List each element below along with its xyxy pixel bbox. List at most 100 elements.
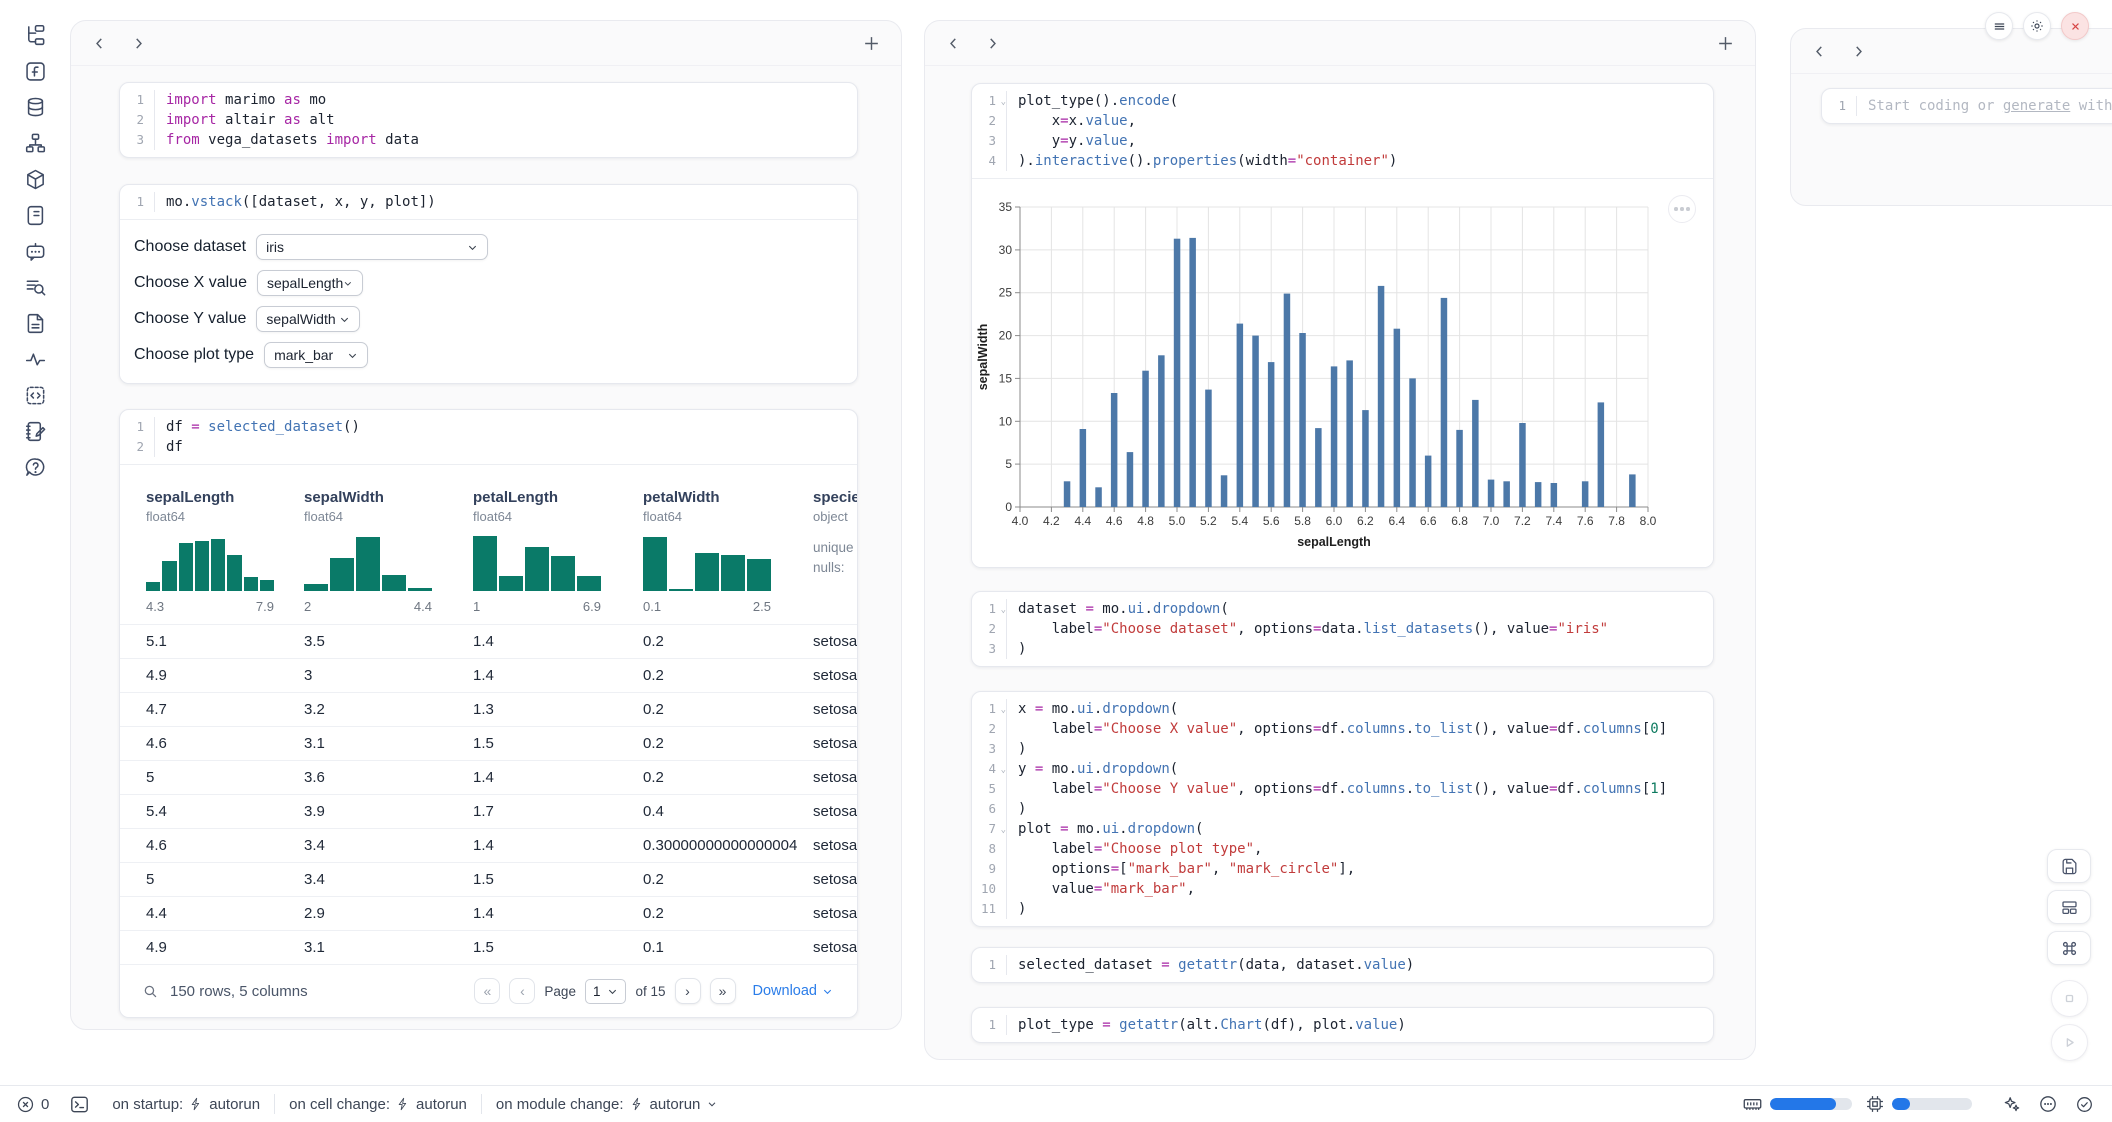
table-row[interactable]: 53.41.50.2setosa: [120, 862, 857, 896]
next-page-icon[interactable]: ›: [675, 978, 701, 1004]
keyboard-shortcuts-icon[interactable]: [2047, 931, 2091, 965]
code-editor[interactable]: 1⌄dataset = mo.ui.dropdown(2 label="Choo…: [972, 592, 1713, 666]
chart-actions-icon[interactable]: [1668, 195, 1696, 223]
menu-icon[interactable]: [1985, 12, 2013, 40]
code-line[interactable]: 6): [972, 799, 1713, 819]
table-row[interactable]: 5.13.51.40.2setosa: [120, 624, 857, 658]
add-cell-icon[interactable]: [860, 32, 883, 55]
code-line[interactable]: 8 label="Choose plot type",: [972, 839, 1713, 859]
table-row[interactable]: 4.63.11.50.2setosa: [120, 726, 857, 760]
variables-icon[interactable]: [23, 59, 47, 83]
table-row[interactable]: 4.42.91.40.2setosa: [120, 896, 857, 930]
close-icon[interactable]: [2061, 12, 2089, 40]
code-editor[interactable]: 1import marimo as mo2import altair as al…: [120, 83, 857, 157]
terminal-icon[interactable]: [67, 1092, 92, 1117]
autorun-on-cell-change-toggle[interactable]: on cell change: autorun: [289, 1096, 467, 1113]
table-row[interactable]: 4.73.21.30.2setosa: [120, 692, 857, 726]
first-page-icon[interactable]: «: [474, 978, 500, 1004]
chevron-left-icon[interactable]: [1809, 41, 1830, 62]
scratchpad-icon[interactable]: [23, 419, 47, 443]
ram-meter[interactable]: [1742, 1094, 1852, 1115]
outline-icon[interactable]: [23, 275, 47, 299]
snippets-icon[interactable]: [23, 383, 47, 407]
last-page-icon[interactable]: »: [710, 978, 736, 1004]
code-line[interactable]: 2 label="Choose X value", options=df.col…: [972, 719, 1713, 739]
cpu-meter[interactable]: [1865, 1094, 1972, 1114]
logs-icon[interactable]: [23, 203, 47, 227]
code-line[interactable]: 2import altair as alt: [120, 110, 857, 130]
documentation-icon[interactable]: [23, 311, 47, 335]
table-row[interactable]: 4.931.40.2setosa: [120, 658, 857, 692]
connection-status-icon[interactable]: [2073, 1093, 2096, 1116]
add-cell-icon[interactable]: [1714, 32, 1737, 55]
table-row[interactable]: 5.43.91.70.4setosa: [120, 794, 857, 828]
code-editor[interactable]: 1⌄plot_type().encode(2 x=x.value,3 y=y.v…: [972, 84, 1713, 178]
code-line[interactable]: 1Start coding or generate with: [1822, 96, 2112, 116]
code-line[interactable]: 2 label="Choose dataset", options=data.l…: [972, 619, 1713, 639]
empty-code-editor[interactable]: 1Start coding or generate with: [1822, 89, 2112, 123]
packages-icon[interactable]: [23, 167, 47, 191]
code-line[interactable]: 5 label="Choose Y value", options=df.col…: [972, 779, 1713, 799]
page-select[interactable]: 1: [585, 979, 627, 1004]
code-line[interactable]: 3): [972, 639, 1713, 659]
fold-caret-icon[interactable]: ⌄: [1001, 820, 1006, 840]
fold-caret-icon[interactable]: ⌄: [1001, 700, 1006, 720]
plot-type-select[interactable]: mark_bar: [264, 342, 368, 368]
code-line[interactable]: 11): [972, 899, 1713, 919]
code-line[interactable]: 7⌄plot = mo.ui.dropdown(: [972, 819, 1713, 839]
dependencies-icon[interactable]: [23, 131, 47, 155]
code-line[interactable]: 9 options=["mark_bar", "mark_circle"],: [972, 859, 1713, 879]
layout-icon[interactable]: [2047, 890, 2091, 924]
code-line[interactable]: 2df: [120, 437, 857, 457]
code-line[interactable]: 3from vega_datasets import data: [120, 130, 857, 150]
bar-chart[interactable]: 4.04.24.44.64.85.05.25.45.65.86.06.26.46…: [972, 179, 1713, 568]
code-line[interactable]: 4⌄y = mo.ui.dropdown(: [972, 759, 1713, 779]
chevron-right-icon[interactable]: [128, 33, 149, 54]
settings-icon[interactable]: [2023, 12, 2051, 40]
autorun-on-startup-toggle[interactable]: on startup: autorun: [112, 1096, 260, 1113]
chevron-left-icon[interactable]: [89, 33, 110, 54]
code-line[interactable]: 10 value="mark_bar",: [972, 879, 1713, 899]
run-icon[interactable]: [2051, 1024, 2088, 1061]
save-icon[interactable]: [2047, 849, 2091, 883]
code-editor[interactable]: 1df = selected_dataset()2df: [120, 410, 857, 464]
fold-caret-icon[interactable]: ⌄: [1001, 760, 1006, 780]
table-row[interactable]: 53.61.40.2setosa: [120, 760, 857, 794]
code-line[interactable]: 1⌄x = mo.ui.dropdown(: [972, 699, 1713, 719]
code-editor[interactable]: 1selected_dataset = getattr(data, datase…: [972, 948, 1713, 982]
code-line[interactable]: 4).interactive().properties(width="conta…: [972, 151, 1713, 171]
table-row[interactable]: 4.93.11.50.1setosa: [120, 930, 857, 964]
copilot-icon[interactable]: [2036, 1092, 2060, 1116]
chevron-right-icon[interactable]: [982, 33, 1003, 54]
code-line[interactable]: 2 x=x.value,: [972, 111, 1713, 131]
search-icon[interactable]: [142, 983, 159, 1000]
stop-icon[interactable]: [2051, 980, 2088, 1017]
code-line[interactable]: 1mo.vstack([dataset, x, y, plot]): [120, 192, 857, 212]
code-editor[interactable]: 1mo.vstack([dataset, x, y, plot]): [120, 185, 857, 219]
fold-caret-icon[interactable]: ⌄: [1001, 92, 1006, 112]
chevron-left-icon[interactable]: [943, 33, 964, 54]
autorun-on-module-change-toggle[interactable]: on module change: autorun: [496, 1096, 718, 1113]
prev-page-icon[interactable]: ‹: [509, 978, 535, 1004]
code-line[interactable]: 1⌄dataset = mo.ui.dropdown(: [972, 599, 1713, 619]
sparkles-icon[interactable]: [1999, 1092, 2023, 1116]
help-icon[interactable]: [23, 455, 47, 479]
datasources-icon[interactable]: [23, 95, 47, 119]
file-tree-icon[interactable]: [23, 23, 47, 47]
tracing-icon[interactable]: [23, 347, 47, 371]
x-value-select[interactable]: sepalLength: [257, 270, 363, 296]
code-editor[interactable]: 1plot_type = getattr(alt.Chart(df), plot…: [972, 1008, 1713, 1042]
chevron-right-icon[interactable]: [1848, 41, 1869, 62]
download-button[interactable]: Download: [753, 983, 834, 999]
code-line[interactable]: 1df = selected_dataset(): [120, 417, 857, 437]
dataset-select[interactable]: iris: [256, 234, 488, 260]
code-line[interactable]: 1plot_type = getattr(alt.Chart(df), plot…: [972, 1015, 1713, 1035]
y-value-select[interactable]: sepalWidth: [256, 306, 360, 332]
fold-caret-icon[interactable]: ⌄: [1001, 600, 1006, 620]
code-editor[interactable]: 1⌄x = mo.ui.dropdown(2 label="Choose X v…: [972, 692, 1713, 926]
chat-icon[interactable]: [23, 239, 47, 263]
code-line[interactable]: 1import marimo as mo: [120, 90, 857, 110]
code-line[interactable]: 3): [972, 739, 1713, 759]
code-line[interactable]: 3 y=y.value,: [972, 131, 1713, 151]
code-line[interactable]: 1⌄plot_type().encode(: [972, 91, 1713, 111]
